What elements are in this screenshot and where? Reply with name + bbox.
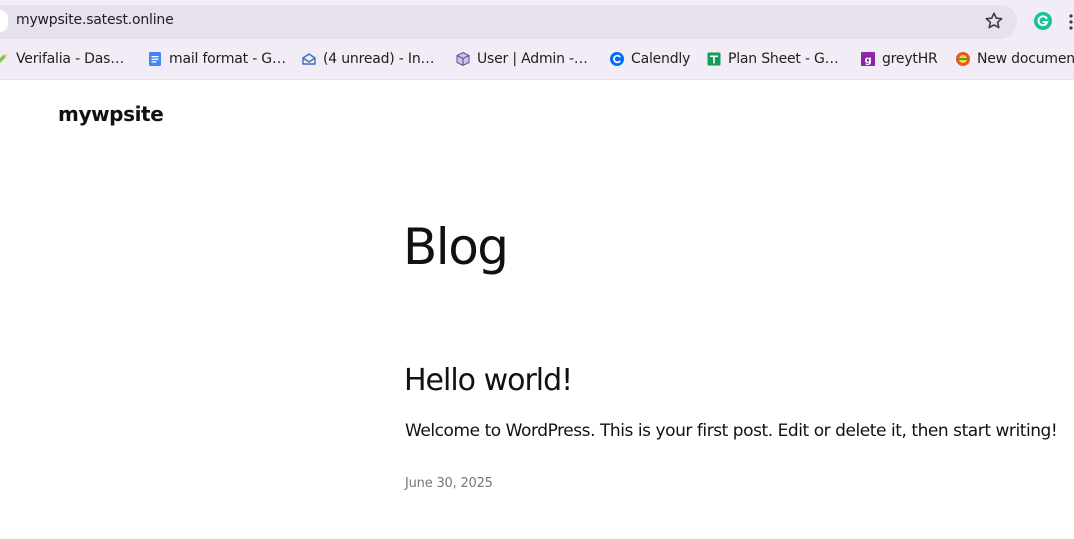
bookmark-user-admin[interactable]: User | Admin -… (455, 47, 588, 71)
greythr-icon: g (860, 51, 876, 67)
bookmark-calendly[interactable]: Calendly (609, 47, 690, 71)
grammarly-extension-icon[interactable] (1034, 12, 1052, 30)
bookmark-label: Calendly (631, 51, 691, 67)
bookmark-new-document[interactable]: New documen (955, 47, 1074, 71)
bookmarks-bar: Verifalia - Das… mail format - G… (4 unr… (0, 47, 1074, 71)
mail-icon (301, 51, 317, 67)
post-title-link[interactable]: Hello world! (404, 363, 573, 398)
browser-chrome: mywpsite.satest.online Verifalia - Das… … (0, 0, 1074, 80)
cube-icon (455, 51, 471, 67)
bookmark-label: User | Admin -… (477, 51, 588, 67)
calendly-icon (609, 51, 625, 67)
post-excerpt: Welcome to WordPress. This is your first… (405, 421, 1058, 441)
bookmark-label: Plan Sheet - G… (728, 51, 839, 67)
bookmark-verifalia[interactable]: Verifalia - Das… (0, 47, 124, 71)
bookmark-greythr[interactable]: g greytHR (860, 47, 938, 71)
bookmark-unread-inbox[interactable]: (4 unread) - In… (301, 47, 435, 71)
document-icon (955, 51, 971, 67)
bookmark-label: mail format - G… (169, 51, 286, 67)
bookmark-label: greytHR (882, 51, 938, 67)
bookmark-label: Verifalia - Das… (16, 51, 125, 67)
kebab-menu-icon[interactable] (1068, 13, 1074, 31)
bookmark-star-icon[interactable] (984, 11, 1004, 31)
bookmark-plan-sheet[interactable]: Plan Sheet - G… (706, 47, 839, 71)
url-text[interactable]: mywpsite.satest.online (16, 12, 174, 28)
google-docs-icon (147, 51, 163, 67)
post-date[interactable]: June 30, 2025 (405, 476, 493, 491)
bookmark-mail-format[interactable]: mail format - G… (147, 47, 286, 71)
bookmark-label: New documen (977, 51, 1074, 67)
bookmark-label: (4 unread) - In… (323, 51, 435, 67)
svg-text:g: g (865, 55, 872, 66)
site-title[interactable]: mywpsite (58, 102, 164, 126)
verifalia-icon (0, 51, 10, 67)
google-sheets-icon (706, 51, 722, 67)
page-title: Blog (403, 218, 509, 276)
